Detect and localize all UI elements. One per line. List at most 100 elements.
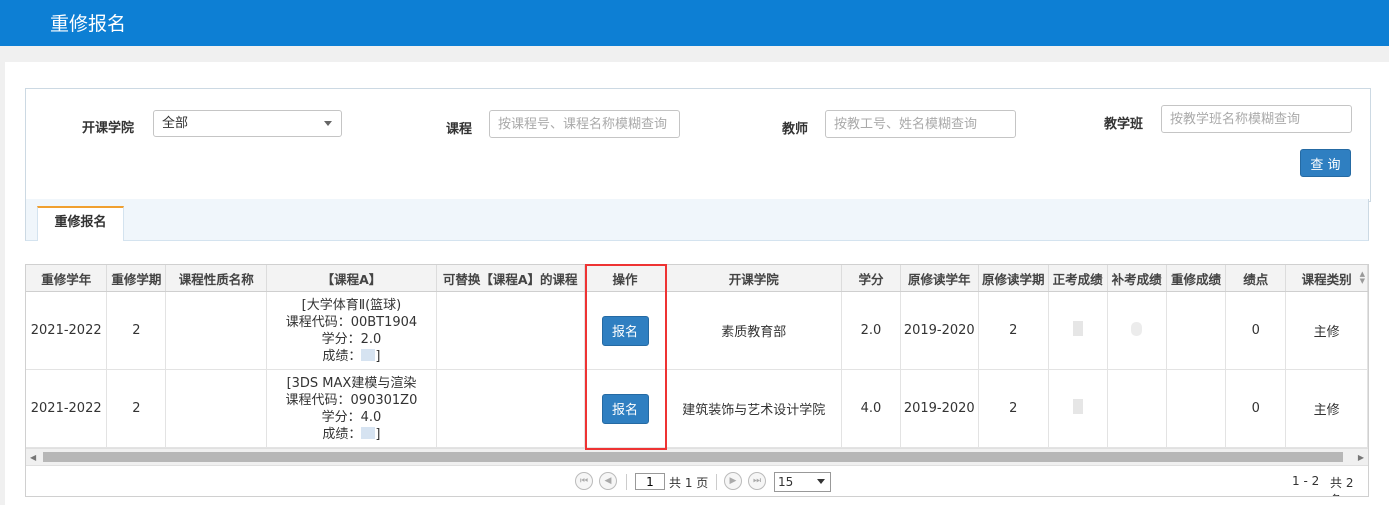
col-header-retake-term[interactable]: 重修学期 — [106, 265, 167, 292]
cell-college: 素质教育部 — [665, 291, 843, 370]
scrollbar-thumb[interactable] — [43, 452, 1343, 462]
teacher-search-input[interactable] — [825, 110, 1016, 138]
cell-orig-term: 2 — [978, 291, 1049, 370]
course-score: 成绩：] — [267, 348, 435, 365]
col-header-exam-score[interactable]: 正考成绩 — [1048, 265, 1108, 292]
col-header-retake-year[interactable]: 重修学年 — [26, 265, 108, 292]
cell-retake-score — [1166, 291, 1227, 370]
table-row: 2021-2022 2 [3DS MAX建模与渲染 课程代码：090301Z0 … — [26, 369, 1368, 448]
course-code: 课程代码：00BT1904 — [285, 314, 418, 330]
scroll-right-icon[interactable]: ▶ — [1358, 453, 1364, 462]
course-score-label: 成绩： — [322, 348, 362, 364]
college-label: 开课学院 — [82, 121, 135, 136]
redacted-score-icon — [1072, 399, 1083, 414]
search-button[interactable]: 查 询 — [1300, 149, 1351, 177]
course-credit: 学分：4.0 — [321, 409, 382, 425]
cell-replaceable-course — [436, 369, 585, 448]
chevron-down-icon — [817, 479, 825, 484]
redacted-score-icon — [1072, 321, 1083, 336]
course-label: 课程 — [446, 122, 473, 137]
pagination-bar: ⏮ ◀ 共 1 页 ▶ ⏭ 15 1 - 2 共 2 条 — [26, 465, 1368, 496]
record-range-text: 1 - 2 — [1292, 474, 1320, 488]
col-header-category-label: 课程类别 — [1301, 271, 1352, 287]
course-search-input[interactable] — [489, 110, 680, 138]
college-select[interactable]: 全部 — [153, 110, 342, 137]
record-total-text: 共 2 条 — [1330, 476, 1354, 496]
page-title: 重修报名 — [50, 13, 127, 35]
cell-course-a: [大学体育Ⅱ(篮球) 课程代码：00BT1904 学分：2.0 成绩：] — [266, 291, 437, 370]
col-header-course-a[interactable]: 【课程A】 — [266, 265, 437, 292]
search-panel: 开课学院 全部 课程 教师 教学班 查 询 — [25, 88, 1371, 202]
cell-makeup-score — [1107, 369, 1167, 448]
cell-gpa: 0 — [1225, 291, 1287, 370]
col-header-course-nature[interactable]: 课程性质名称 — [165, 265, 268, 292]
table-header-row: 重修学年 重修学期 课程性质名称 【课程A】 可替换【课程A】的课程 操作 开课… — [26, 265, 1368, 292]
col-header-replaceable-course[interactable]: 可替换【课程A】的课程 — [436, 265, 585, 292]
last-page-icon[interactable]: ⏭ — [748, 472, 766, 490]
page-size-value: 15 — [778, 475, 794, 489]
cell-college: 建筑装饰与艺术设计学院 — [665, 369, 843, 448]
cell-category: 主修 — [1285, 369, 1368, 448]
col-header-credit[interactable]: 学分 — [841, 265, 901, 292]
redacted-score — [361, 348, 376, 361]
page-size-select[interactable]: 15 — [774, 472, 831, 492]
class-search-input[interactable] — [1161, 105, 1352, 133]
cell-retake-term: 2 — [106, 369, 167, 448]
page-number-input[interactable] — [635, 473, 665, 490]
cell-exam-score — [1048, 369, 1108, 448]
cell-orig-year: 2019-2020 — [900, 369, 979, 448]
pager-separator — [626, 474, 627, 490]
col-header-gpa[interactable]: 绩点 — [1225, 265, 1287, 292]
col-header-category[interactable]: 课程类别 ▲ ▼ — [1285, 265, 1368, 292]
next-page-icon[interactable]: ▶ — [724, 472, 742, 490]
first-page-icon[interactable]: ⏮ — [575, 472, 593, 490]
redacted-score-icon — [1131, 321, 1143, 336]
sort-arrows-icon[interactable]: ▲ ▼ — [1360, 271, 1365, 285]
class-label: 教学班 — [1104, 117, 1144, 132]
college-select-value: 全部 — [162, 116, 189, 131]
tab-retake-enrollment[interactable]: 重修报名 — [37, 206, 124, 241]
course-code: 课程代码：090301Z0 — [285, 392, 418, 408]
enroll-button[interactable]: 报名 — [601, 315, 649, 346]
col-header-action[interactable]: 操作 — [584, 265, 667, 292]
cell-retake-term: 2 — [106, 291, 167, 370]
cell-retake-year: 2021-2022 — [26, 369, 108, 448]
course-score-close: ] — [375, 348, 381, 364]
top-header-bar: 重修报名 — [0, 0, 1389, 46]
cell-exam-score — [1048, 291, 1108, 370]
cell-credit: 2.0 — [841, 291, 901, 370]
cell-course-nature — [165, 291, 268, 370]
course-table: 重修学年 重修学期 课程性质名称 【课程A】 可替换【课程A】的课程 操作 开课… — [26, 265, 1368, 448]
cell-orig-term: 2 — [978, 369, 1049, 448]
total-pages-text: 共 1 页 — [669, 476, 709, 490]
col-header-orig-year[interactable]: 原修读学年 — [900, 265, 979, 292]
cell-orig-year: 2019-2020 — [900, 291, 979, 370]
redacted-score — [361, 426, 376, 439]
course-score-close: ] — [375, 426, 381, 442]
tab-bar: 重修报名 — [25, 199, 1369, 241]
enroll-button[interactable]: 报名 — [601, 393, 649, 424]
cell-course-a: [3DS MAX建模与渲染 课程代码：090301Z0 学分：4.0 成绩：] — [266, 369, 437, 448]
col-header-college[interactable]: 开课学院 — [665, 265, 843, 292]
scroll-left-icon[interactable]: ◀ — [30, 453, 36, 462]
cell-action: 报名 — [584, 369, 667, 448]
course-name: [大学体育Ⅱ(篮球) — [301, 297, 402, 313]
table-row: 2021-2022 2 [大学体育Ⅱ(篮球) 课程代码：00BT1904 学分：… — [26, 291, 1368, 370]
cell-category: 主修 — [1285, 291, 1368, 370]
course-credit: 学分：2.0 — [321, 331, 382, 347]
course-score: 成绩：] — [267, 426, 435, 443]
cell-replaceable-course — [436, 291, 585, 370]
cell-course-nature — [165, 369, 268, 448]
horizontal-scrollbar[interactable]: ◀ ▶ — [26, 448, 1368, 466]
cell-makeup-score — [1107, 291, 1167, 370]
course-score-label: 成绩： — [322, 426, 362, 442]
chevron-down-icon — [324, 121, 332, 126]
teacher-label: 教师 — [782, 122, 809, 137]
main-content: 开课学院 全部 课程 教师 教学班 查 询 重修报名 重修学年 重 — [5, 62, 1389, 505]
cell-gpa: 0 — [1225, 369, 1287, 448]
prev-page-icon[interactable]: ◀ — [599, 472, 617, 490]
retake-course-grid: 重修学年 重修学期 课程性质名称 【课程A】 可替换【课程A】的课程 操作 开课… — [25, 264, 1369, 497]
col-header-orig-term[interactable]: 原修读学期 — [978, 265, 1049, 292]
col-header-makeup-score[interactable]: 补考成绩 — [1107, 265, 1167, 292]
col-header-retake-score[interactable]: 重修成绩 — [1166, 265, 1227, 292]
